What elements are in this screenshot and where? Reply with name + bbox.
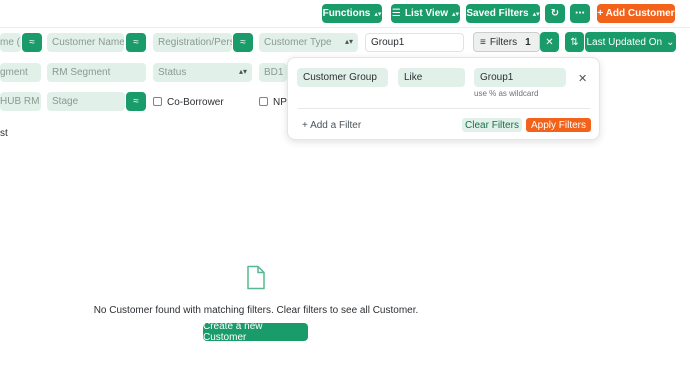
registration-placeholder: Registration/Pers — [158, 37, 232, 48]
filter-value-text: Group1 — [480, 72, 514, 83]
filters-count: 1 — [525, 36, 531, 48]
customer-name-input[interactable]: Customer Name ( — [47, 33, 124, 52]
bd1-input[interactable]: BD1 M — [259, 63, 287, 82]
add-customer-button[interactable]: + Add Customer — [597, 4, 675, 23]
refresh-button[interactable]: ↻ — [545, 4, 565, 23]
status-select[interactable]: Status ▴▾ — [153, 63, 252, 82]
approx-equal-icon: ≈ — [29, 37, 35, 48]
filter-popover: Customer Group Like Group1 ✕ use % as wi… — [287, 57, 600, 140]
stage-placeholder: Stage — [52, 96, 79, 107]
stage-match-button[interactable]: ≈ — [126, 92, 146, 111]
customer-name-placeholder: Customer Name ( — [52, 37, 124, 48]
more-button[interactable]: ⋯ — [570, 4, 590, 23]
saved-filters-label: Saved Filters — [466, 8, 529, 19]
customer-group-input[interactable]: Group1 — [365, 33, 464, 52]
create-customer-label: Create a new Customer — [203, 321, 263, 343]
add-customer-label: + Add Customer — [597, 8, 675, 19]
functions-button[interactable]: Functions ▴▾ — [322, 4, 382, 23]
co-borrower-checkbox[interactable] — [153, 97, 162, 106]
sort-field-label: Last Updated On — [586, 36, 663, 48]
filter-icon: ≡ — [480, 36, 486, 48]
more-icon: ⋯ — [575, 8, 585, 19]
filter-value-input[interactable]: Group1 — [474, 68, 566, 87]
sort-icon: ⇅ — [570, 36, 579, 48]
clear-filters-label: Clear Filters — [465, 119, 519, 131]
list-icon: ☰ — [391, 8, 401, 19]
co-borrower-label: Co-Borrower — [167, 97, 224, 108]
approx-equal-icon: ≈ — [240, 37, 246, 48]
chevron-updown-icon: ▴▾ — [238, 67, 247, 76]
chevron-updown-icon: ▴▾ — [532, 10, 540, 18]
chevron-updown-icon: ▴▾ — [344, 37, 353, 46]
wildcard-hint: use % as wildcard — [474, 89, 539, 98]
empty-state-message: No Customer found with matching filters.… — [93, 305, 419, 316]
filters-label: Filters — [489, 36, 518, 48]
list-view-label: List View — [404, 8, 449, 19]
functions-label: Functions — [322, 8, 371, 19]
popover-divider — [298, 108, 590, 109]
chevron-updown-icon: ▴▾ — [452, 10, 460, 18]
header-divider — [0, 27, 690, 28]
add-filter-button[interactable]: + Add a Filter — [302, 120, 361, 131]
saved-filters-button[interactable]: Saved Filters ▴▾ — [466, 4, 540, 23]
filter-field-select[interactable]: Customer Group — [297, 68, 388, 87]
npl-checkbox[interactable] — [259, 97, 268, 106]
stage-input[interactable]: Stage — [47, 92, 125, 111]
filter-operator-value: Like — [404, 72, 423, 83]
name-filter-match-button[interactable]: ≈ — [22, 33, 42, 52]
bd1-text: BD1 M — [264, 67, 287, 78]
customer-type-placeholder: Customer Type — [264, 37, 332, 48]
name-filter-text: me ( — [0, 37, 20, 48]
remove-filter-icon[interactable]: ✕ — [578, 72, 587, 85]
rm-segment-input[interactable]: RM Segment — [47, 63, 146, 82]
registration-input[interactable]: Registration/Pers — [153, 33, 232, 52]
close-icon: ✕ — [545, 36, 554, 48]
hub-rm-input[interactable]: HUB RM ( — [0, 92, 41, 111]
chevron-updown-icon: ▴▾ — [374, 10, 382, 18]
apply-filters-label: Apply Filters — [530, 119, 586, 131]
chevron-down-icon: ⌄ — [666, 36, 675, 48]
name-filter-input[interactable]: me ( — [0, 33, 21, 52]
filter-field-value: Customer Group — [303, 72, 377, 83]
create-customer-button[interactable]: Create a new Customer — [203, 321, 308, 343]
rm-segment-placeholder: RM Segment — [52, 67, 111, 78]
filter-operator-select[interactable]: Like — [398, 68, 465, 87]
clear-filters-x-button[interactable]: ✕ — [540, 32, 559, 52]
filters-button[interactable]: ≡ Filters 1 — [473, 32, 540, 52]
segment-input[interactable]: gment — [0, 63, 41, 82]
hub-rm-text: HUB RM ( — [0, 96, 41, 107]
status-placeholder: Status — [158, 67, 187, 78]
customer-type-select[interactable]: Customer Type ▴▾ — [259, 33, 358, 52]
sort-order-button[interactable]: ⇅ — [565, 32, 584, 52]
document-icon — [247, 265, 265, 290]
approx-equal-icon: ≈ — [133, 37, 139, 48]
apply-filters-button[interactable]: Apply Filters — [526, 118, 591, 132]
approx-equal-icon: ≈ — [133, 96, 139, 107]
list-header-partial: st — [0, 128, 8, 139]
segment-text: gment — [0, 67, 28, 78]
refresh-icon: ↻ — [550, 8, 560, 19]
customer-name-match-button[interactable]: ≈ — [126, 33, 146, 52]
sort-field-button[interactable]: Last Updated On ⌄ — [585, 32, 676, 52]
list-view-button[interactable]: ☰ List View ▴▾ — [391, 4, 460, 23]
clear-filters-button[interactable]: Clear Filters — [462, 118, 522, 132]
customer-group-value: Group1 — [371, 37, 405, 48]
registration-match-button[interactable]: ≈ — [233, 33, 253, 52]
